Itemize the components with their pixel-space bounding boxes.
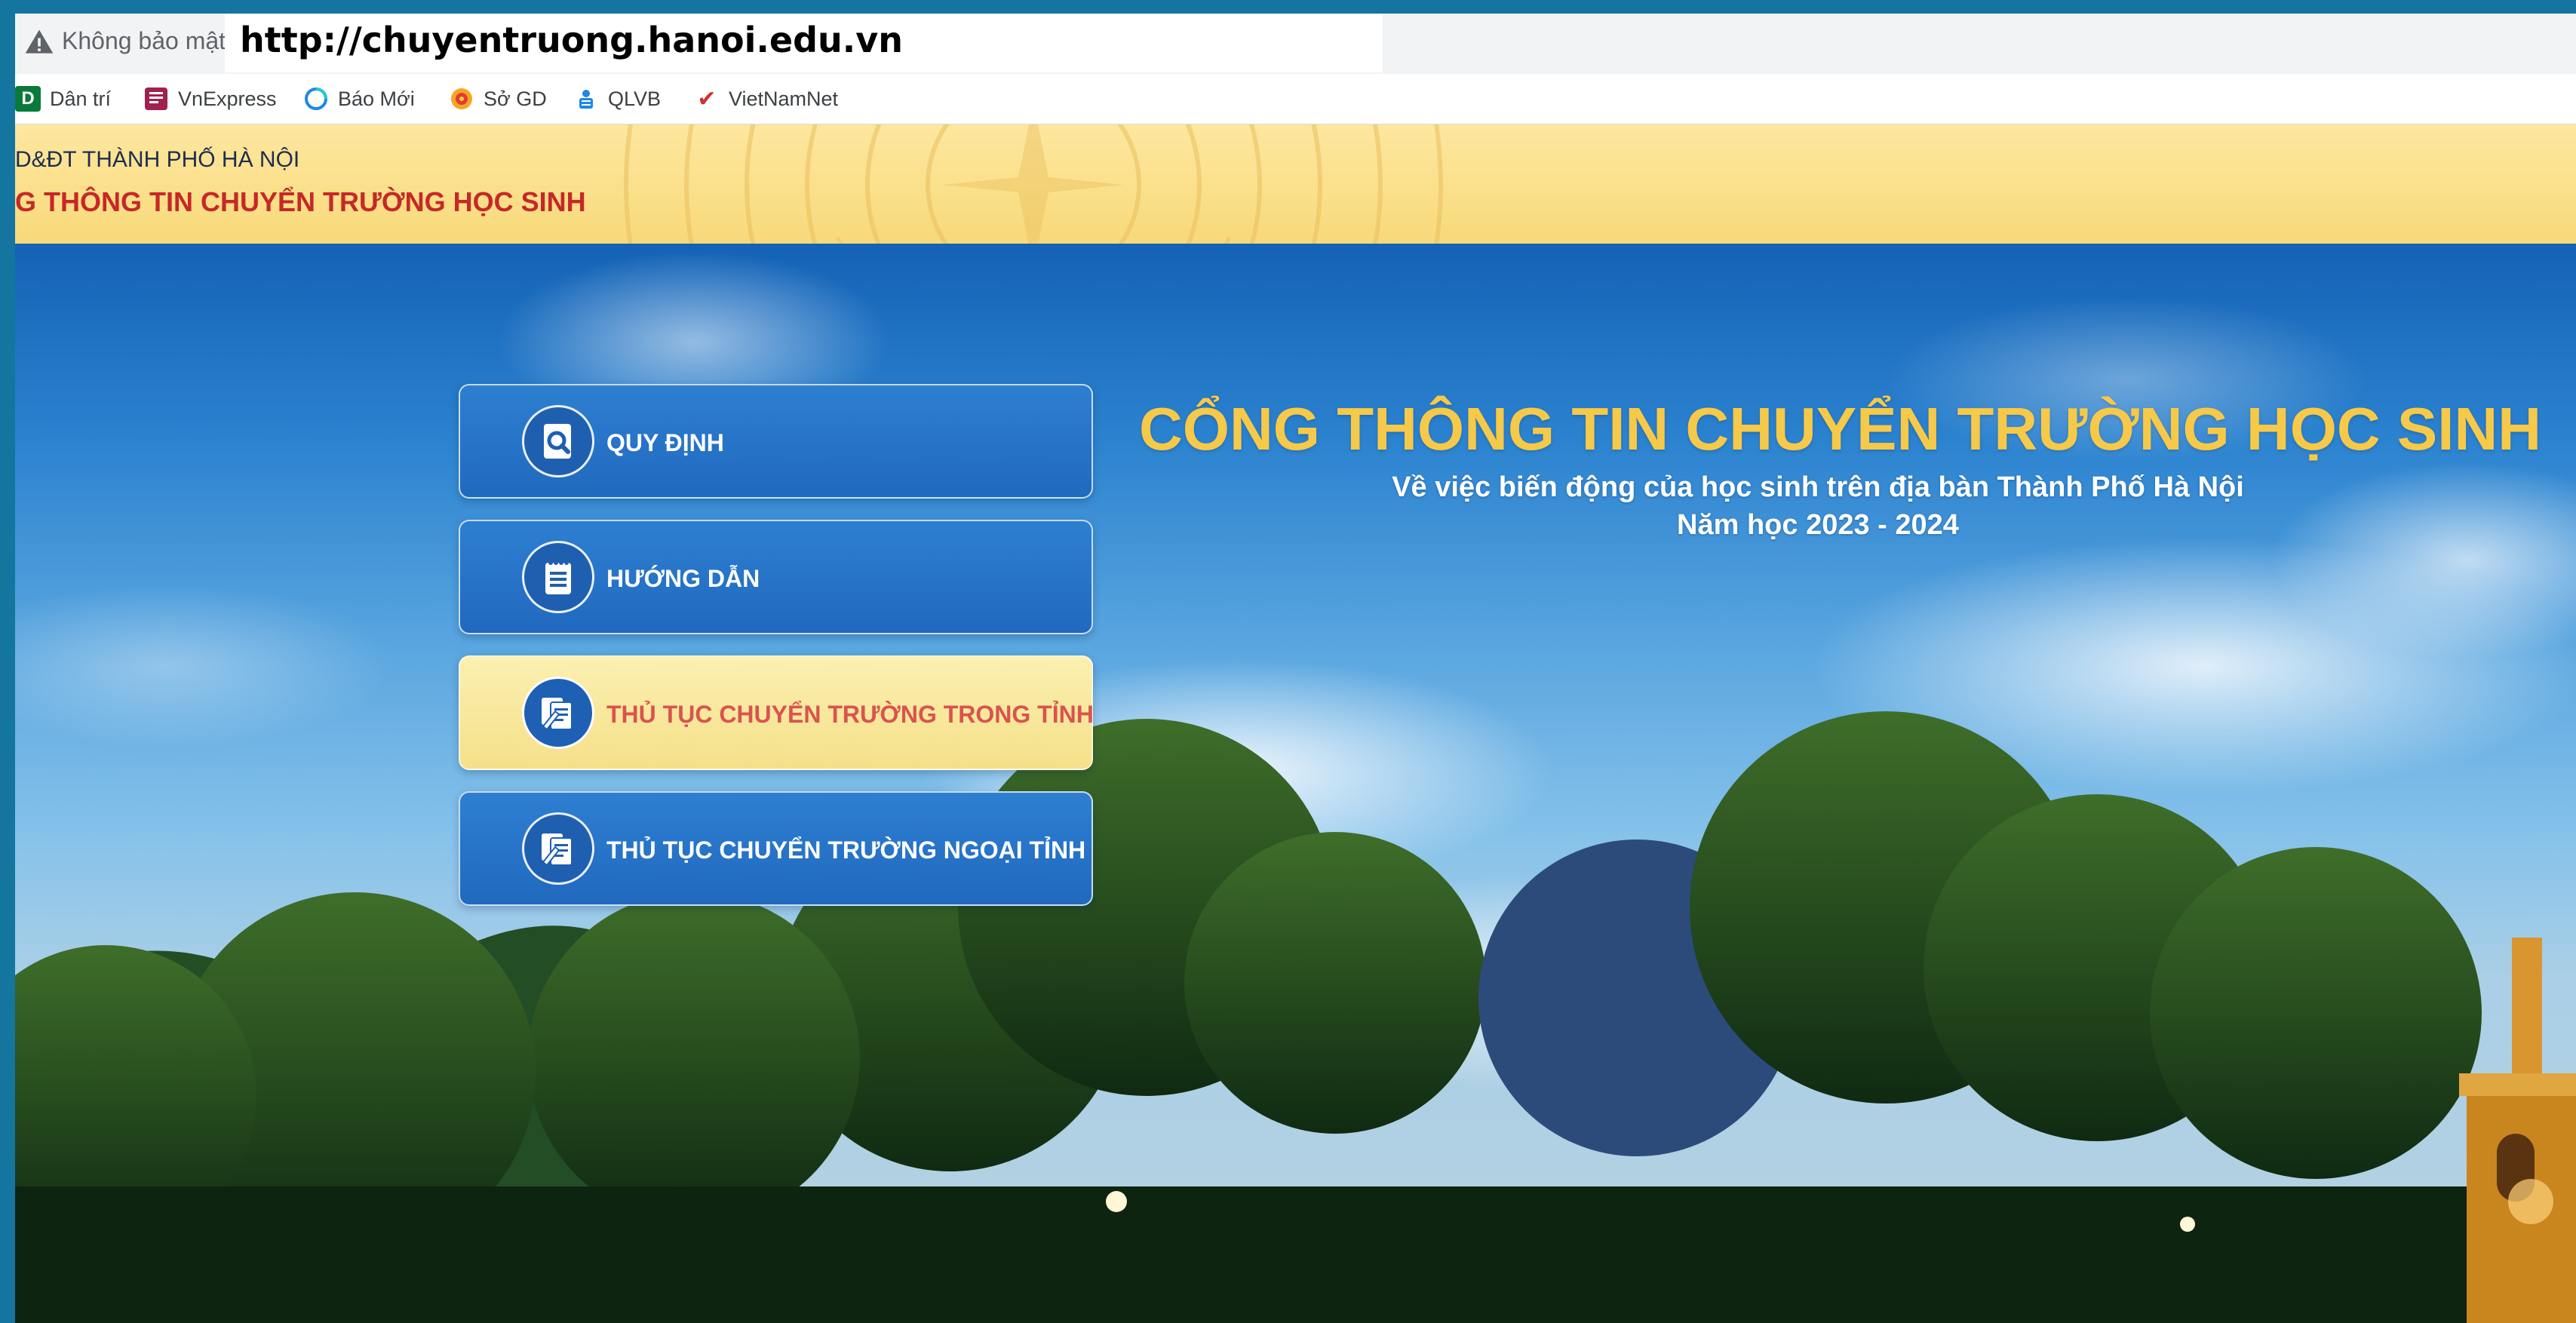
url-callout: http://chuyentruong.hanoi.edu.vn [225,14,1383,72]
bookmark-label: Dân trí [50,87,112,110]
school-year: Năm học 2023 - 2024 [1677,509,1959,541]
bookmark-dantri[interactable]: D Dân trí [15,74,111,124]
url-text: http://chuyentruong.hanoi.edu.vn [240,20,903,60]
site-header: D&ĐT THÀNH PHỐ HÀ NỘI G THÔNG TIN CHUYỂN… [15,124,2576,244]
menu-label: HƯỚNG DẪN [606,564,760,592]
bronze-drum-pattern [624,124,1443,244]
bookmark-label: VietNamNet [729,87,839,110]
bookmark-vietnamnet[interactable]: ✔ VietNamNet [694,74,838,124]
bookmark-label: Báo Mới [338,87,415,110]
hero-title: CỔNG THÔNG TIN CHUYỂN TRƯỜNG HỌC SINH [1139,395,2542,462]
vietnamnet-icon: ✔ [697,86,717,112]
sogd-icon [449,86,474,112]
menu-button-guide[interactable]: HƯỚNG DẪN [459,520,1093,634]
menu-label: QUY ĐỊNH [606,428,724,456]
bookmark-qlvb[interactable]: QLVB [573,74,661,124]
menu-label: THỦ TỤC CHUYỂN TRƯỜNG NGOẠI TỈNH [606,836,1086,864]
notepad-icon [522,541,594,613]
menu-button-transfer-in-province[interactable]: THỦ TỤC CHUYỂN TRƯỜNG TRONG TỈNH [459,655,1094,770]
dantri-icon: D [15,86,41,112]
menu-button-regulations[interactable]: QUY ĐỊNH [459,384,1093,499]
vnexpress-icon [143,86,169,112]
bookmarks-bar: D Dân trí VnExpress Báo Mới Sở GD QLVB ✔… [15,74,2576,124]
bookmark-label: VnExpress [178,87,277,110]
qlvb-icon [573,86,599,112]
security-label[interactable]: Không bảo mật [62,27,226,55]
document-pen-icon [522,677,594,749]
search-document-icon [522,405,594,477]
warning-icon[interactable] [23,26,56,59]
portal-name[interactable]: G THÔNG TIN CHUYỂN TRƯỜNG HỌC SINH [15,186,586,218]
baomoi-icon [303,86,329,112]
hero-subtitle: Về việc biến động của học sinh trên địa … [1392,471,2244,503]
bookmark-sogd[interactable]: Sở GD [449,74,547,124]
bookmark-label: Sở GD [484,87,547,110]
document-pen-icon [522,812,594,885]
menu-button-transfer-out-province[interactable]: THỦ TỤC CHUYỂN TRƯỜNG NGOẠI TỈNH [459,791,1093,906]
organization-name: D&ĐT THÀNH PHỐ HÀ NỘI [15,147,300,172]
menu-label: THỦ TỤC CHUYỂN TRƯỜNG TRONG TỈNH [606,700,1094,728]
bookmark-label: QLVB [608,87,662,110]
hero-section: QUY ĐỊNH HƯỚNG DẪN THỦ TỤC CHUYỂN TRƯỜNG… [15,244,2576,1323]
bookmark-vnexpress[interactable]: VnExpress [143,74,277,124]
window-frame-left [0,0,15,1323]
bookmark-baomoi[interactable]: Báo Mới [303,74,415,124]
window-frame-top [0,0,2576,14]
